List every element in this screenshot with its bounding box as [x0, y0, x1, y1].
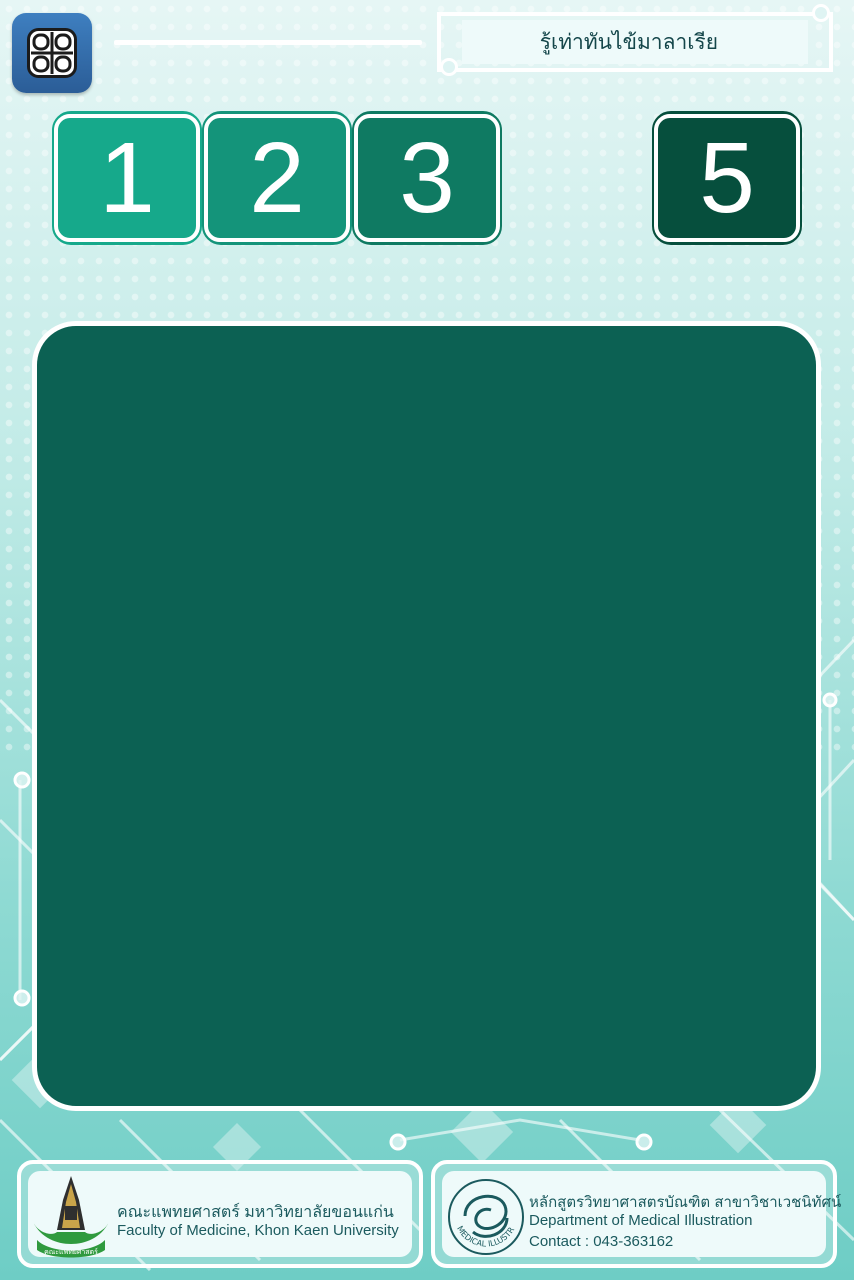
footer-department-thai: หลักสูตรวิทยาศาสตรบัณฑิต สาขาวิชาเวชนิทั…	[529, 1194, 842, 1211]
title-frame-ring-bottom	[440, 58, 458, 76]
level-button-3[interactable]: 3	[354, 114, 500, 242]
level-button-5-label: 5	[699, 121, 755, 234]
content-panel	[32, 321, 821, 1111]
footer-contact: Contact : 043-363162	[529, 1233, 674, 1250]
page-title-box: รู้เท่าทันไข้มาลาเรีย	[462, 20, 808, 64]
level-button-1[interactable]: 1	[54, 114, 200, 242]
grid-menu-icon	[27, 28, 77, 78]
level-button-5[interactable]: 5	[654, 114, 800, 242]
footer-department-english: Department of Medical Illustration	[529, 1212, 753, 1229]
khon-kaen-university-logo-icon: คณะแพทยศาสตร์	[33, 1176, 109, 1258]
footer-card-faculty: คณะแพทยศาสตร์ คณะแพทยศาสตร์ มหาวิทยาลัยข…	[17, 1160, 423, 1268]
level-button-2-label: 2	[249, 121, 305, 234]
title-frame-ring-top	[812, 4, 830, 22]
header-divider-line	[114, 40, 422, 45]
level-button-3-label: 3	[399, 121, 455, 234]
khon-kaen-university-logo-text: คณะแพทยศาสตร์	[44, 1248, 98, 1256]
footer-card-department: MEDICAL ILLUSTRATION หลักสูตรวิทยาศาสตรบ…	[431, 1160, 841, 1268]
level-button-2[interactable]: 2	[204, 114, 350, 242]
menu-button[interactable]	[12, 13, 92, 93]
medical-illustration-logo-icon: MEDICAL ILLUSTRATION	[445, 1176, 524, 1255]
page-title: รู้เท่าทันไข้มาลาเรีย	[539, 30, 718, 54]
footer-faculty-english: Faculty of Medicine, Khon Kaen Universit…	[117, 1222, 399, 1239]
level-button-1-label: 1	[99, 121, 155, 234]
